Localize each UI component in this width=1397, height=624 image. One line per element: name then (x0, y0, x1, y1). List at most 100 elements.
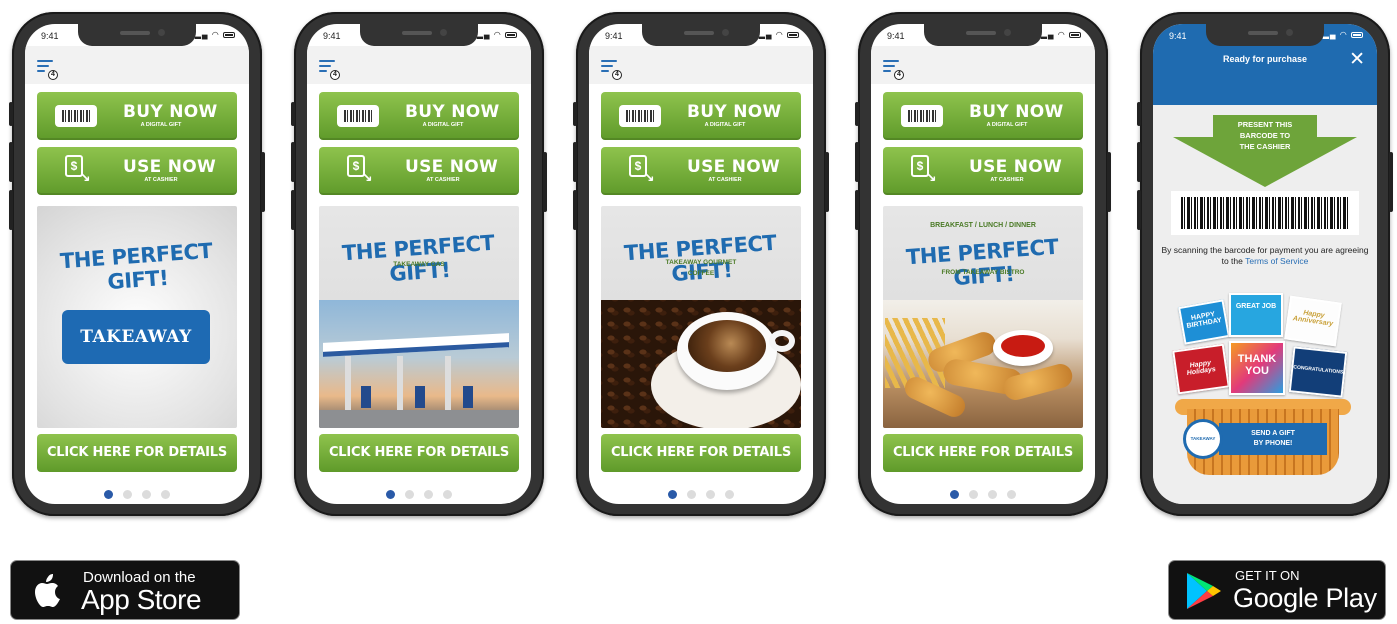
terms-of-service-link[interactable]: Terms of Service (1245, 256, 1308, 266)
cash-icon: $ ↘ (629, 155, 655, 185)
card-great-job: GREAT JOB (1229, 293, 1283, 337)
carousel-dot[interactable] (969, 490, 978, 499)
carousel-dot[interactable] (687, 490, 696, 499)
use-now-button[interactable]: $ ↘ USE NOW AT CASHIER (601, 147, 801, 195)
details-button[interactable]: CLICK HERE FOR DETAILS (37, 434, 237, 472)
status-time: 9:41 (887, 31, 905, 41)
buy-now-button[interactable]: BUY NOW A DIGITAL GIFT (319, 92, 519, 140)
buy-now-sublabel: A DIGITAL GIFT (986, 122, 1028, 128)
coffee-cup-image (601, 300, 801, 428)
menu-badge: 4 (48, 70, 58, 80)
details-button[interactable]: CLICK HERE FOR DETAILS (883, 434, 1083, 472)
barcode-icon (901, 105, 943, 127)
phone-screen: 9:41 ▂▄ ◠ 4 BUY NOW A DIGITAL GIFT $ ↘ US… (25, 24, 249, 504)
carousel-dot[interactable] (725, 490, 734, 499)
use-now-label: USE NOW (969, 157, 1063, 177)
send-gift-label: SEND A GIFT BY PHONE! (1219, 423, 1327, 455)
legal-notice: By scanning the barcode for payment you … (1161, 245, 1369, 267)
payment-barcode (1171, 191, 1359, 235)
card-thank-you-line2: YOU (1245, 365, 1269, 377)
arrow-text-line3: THE CASHIER (1239, 142, 1291, 151)
promo-banner[interactable]: THE PERFECT GIFT! TAKEAWAY GAS (319, 206, 519, 428)
menu-badge: 4 (612, 70, 622, 80)
google-play-badge[interactable]: GET IT ON Google Play (1168, 560, 1386, 620)
cash-icon: $ ↘ (911, 155, 937, 185)
send-gift-line1: SEND A GIFT (1251, 430, 1295, 437)
cash-icon: $ ↘ (347, 155, 373, 185)
carousel-dot[interactable] (104, 490, 113, 499)
carousel-dot[interactable] (950, 490, 959, 499)
details-button[interactable]: CLICK HERE FOR DETAILS (601, 434, 801, 472)
phone-mockup-5: 9:41 ▂▄ ◠ Ready for purchase ✕ PRESENT T… (1137, 12, 1393, 516)
buy-now-button[interactable]: BUY NOW A DIGITAL GIFT (601, 92, 801, 140)
purchase-body: PRESENT THIS BARCODE TO THE CASHIER By s… (1153, 105, 1377, 504)
status-time: 9:41 (1169, 31, 1187, 41)
promo-subtitle-line1: TAKEAWAY GOURMET (665, 259, 737, 266)
phone-mockup-2: 9:41 ▂▄ ◠ 4 BUY NOW A DIGITAL GIFT $ ↘ US… (291, 12, 547, 516)
carousel-dot[interactable] (123, 490, 132, 499)
carousel-dot[interactable] (424, 490, 433, 499)
use-now-button[interactable]: $ ↘ USE NOW AT CASHIER (37, 147, 237, 195)
phone-mockup-1: 9:41 ▂▄ ◠ 4 BUY NOW A DIGITAL GIFT $ ↘ US… (9, 12, 265, 516)
google-play-line2: Google Play (1233, 583, 1377, 613)
arrow-text-line2: BARCODE TO (1239, 131, 1291, 140)
promo-subtitle: FROM TAKEAWAY BISTRO (941, 269, 1025, 276)
carousel-dots[interactable] (25, 486, 249, 504)
promo-banner[interactable]: THE PERFECT GIFT! TAKEAWAY (37, 206, 237, 428)
buy-now-sublabel: A DIGITAL GIFT (422, 122, 464, 128)
google-play-line1: GET IT ON (1235, 568, 1300, 583)
carousel-dot[interactable] (668, 490, 677, 499)
promo-subtitle: TAKEAWAY GAS (393, 261, 445, 268)
purchase-header: Ready for purchase ✕ (1153, 46, 1377, 105)
arrow-text-line1: PRESENT THIS (1237, 120, 1293, 129)
menu-badge: 4 (894, 70, 904, 80)
carousel-dots[interactable] (307, 486, 531, 504)
phone-screen: 9:41 ▂▄ ◠ Ready for purchase ✕ PRESENT T… (1153, 24, 1377, 504)
use-now-button[interactable]: $ ↘ USE NOW AT CASHIER (883, 147, 1083, 195)
promo-banner[interactable]: THE PERFECT GIFT! TAKEAWAY GOURMET COFFE… (601, 206, 801, 428)
phone-screen: 9:41 ▂▄ ◠ 4 BUY NOW A DIGITAL GIFT $ ↘ US… (589, 24, 813, 504)
carousel-dot[interactable] (405, 490, 414, 499)
app-store-line2: App Store (81, 584, 202, 615)
details-button[interactable]: CLICK HERE FOR DETAILS (319, 434, 519, 472)
carousel-dot[interactable] (1007, 490, 1016, 499)
purchase-title: Ready for purchase (1222, 54, 1308, 64)
phone-mockup-3: 9:41 ▂▄ ◠ 4 BUY NOW A DIGITAL GIFT $ ↘ US… (573, 12, 829, 516)
buy-now-sublabel: A DIGITAL GIFT (140, 122, 182, 128)
barcode-icon (337, 105, 379, 127)
status-time: 9:41 (323, 31, 341, 41)
app-bar: 4 (871, 46, 1095, 84)
carousel-dot[interactable] (988, 490, 997, 499)
signal-wifi-battery-icons: ▂▄ ◠ (1041, 30, 1081, 39)
signal-wifi-battery-icons: ▂▄ ◠ (1323, 30, 1363, 39)
buy-now-label: BUY NOW (687, 102, 782, 122)
promo-subtitle-line2: COFFEE (687, 270, 715, 277)
carousel-dot[interactable] (161, 490, 170, 499)
carousel-dot[interactable] (443, 490, 452, 499)
promo-title: THE PERFECT GIFT! (59, 238, 214, 295)
buy-now-label: BUY NOW (123, 102, 218, 122)
app-store-badge[interactable]: Download on the App Store (10, 560, 240, 620)
use-now-button[interactable]: $ ↘ USE NOW AT CASHIER (319, 147, 519, 195)
carousel-dots[interactable] (871, 486, 1095, 504)
carousel-dot[interactable] (386, 490, 395, 499)
signal-wifi-battery-icons: ▂▄ ◠ (759, 30, 799, 39)
carousel-dot[interactable] (706, 490, 715, 499)
close-icon[interactable]: ✕ (1349, 50, 1365, 69)
card-thank-you-line1: THANK (1237, 353, 1277, 365)
cash-icon: $ ↘ (65, 155, 91, 185)
status-time: 9:41 (605, 31, 623, 41)
promo-title: THE PERFECT GIFT! (905, 234, 1060, 291)
takeaway-logo: TAKEAWAY (62, 310, 210, 364)
buy-now-button[interactable]: BUY NOW A DIGITAL GIFT (883, 92, 1083, 140)
google-play-icon (1187, 573, 1221, 609)
use-now-sublabel: AT CASHIER (708, 177, 742, 183)
use-now-sublabel: AT CASHIER (990, 177, 1024, 183)
buy-now-button[interactable]: BUY NOW A DIGITAL GIFT (37, 92, 237, 140)
buy-now-label: BUY NOW (969, 102, 1064, 122)
promo-banner[interactable]: BREAKFAST / LUNCH / DINNER THE PERFECT G… (883, 206, 1083, 428)
promo-pretitle: BREAKFAST / LUNCH / DINNER (930, 222, 1036, 229)
carousel-dots[interactable] (589, 486, 813, 504)
takeaway-tag: TAKEAWAY (1183, 419, 1223, 459)
carousel-dot[interactable] (142, 490, 151, 499)
